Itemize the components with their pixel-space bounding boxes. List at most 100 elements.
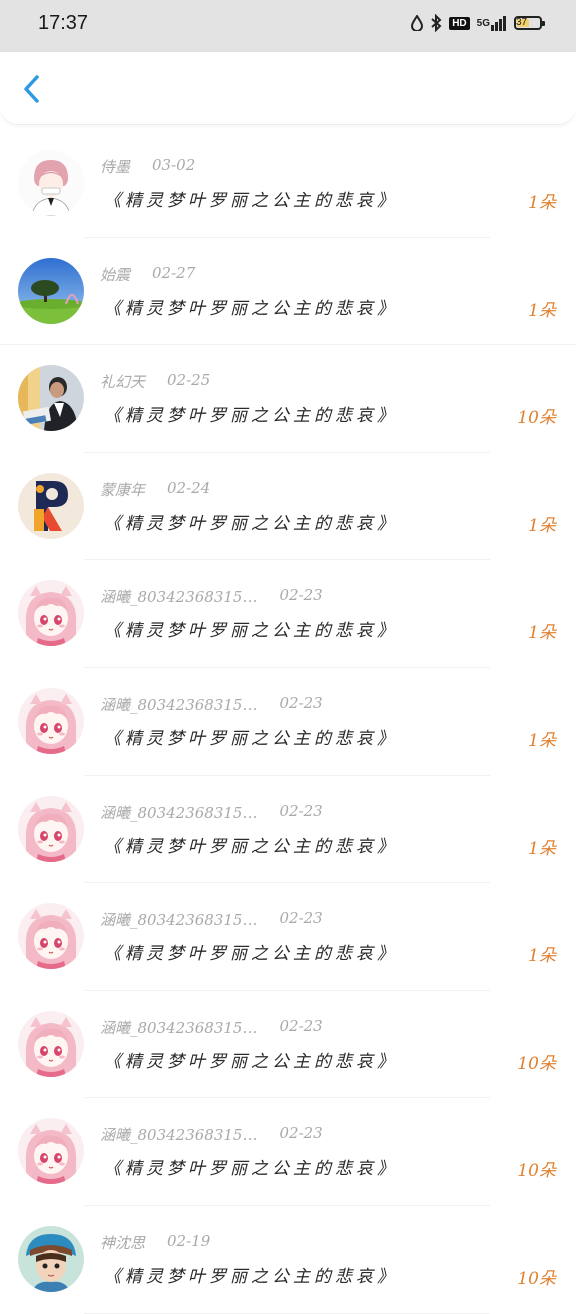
work-title: 《精灵梦叶罗丽之公主的悲哀》 xyxy=(104,1266,398,1287)
date: 02-23 xyxy=(279,1016,323,1035)
username[interactable]: 涵曦_80342368315… xyxy=(100,909,257,930)
username[interactable]: 涵曦_80342368315… xyxy=(100,1017,257,1038)
divider xyxy=(84,1312,490,1314)
date: 02-23 xyxy=(279,586,323,605)
office-avatar xyxy=(18,365,84,432)
work-title: 《精灵梦叶罗丽之公主的悲哀》 xyxy=(104,191,398,211)
avatar[interactable] xyxy=(18,580,84,647)
username[interactable]: 涵曦_80342368315… xyxy=(100,802,257,823)
flower-count: 1朵 xyxy=(528,300,556,321)
date: 02-23 xyxy=(279,909,323,928)
boy-avatar xyxy=(18,150,84,216)
bluetooth-icon xyxy=(430,14,442,32)
flower-count: 1朵 xyxy=(528,193,556,213)
work-title: 《精灵梦叶罗丽之公主的悲哀》 xyxy=(104,621,398,642)
anime-girl-avatar xyxy=(18,1010,84,1077)
battery-icon: 37 xyxy=(514,16,545,30)
signal-icon: 5G xyxy=(477,15,507,31)
work-title: 《精灵梦叶罗丽之公主的悲哀》 xyxy=(104,944,398,965)
flower-count: 10朵 xyxy=(517,1268,556,1289)
date: 03-02 xyxy=(152,156,196,174)
avatar[interactable] xyxy=(18,1225,84,1292)
username[interactable]: 涵曦_80342368315… xyxy=(100,586,257,607)
item-meta: 涵曦_80342368315… 02-23 xyxy=(100,909,323,930)
avatar[interactable] xyxy=(18,472,84,539)
item-meta: 涵曦_80342368315… 02-23 xyxy=(100,586,323,607)
flower-count: 1朵 xyxy=(528,946,556,967)
work-title: 《精灵梦叶罗丽之公主的悲哀》 xyxy=(104,836,398,857)
avatar[interactable] xyxy=(18,795,84,862)
item-meta: 涵曦_80342368315… 02-23 xyxy=(100,802,323,823)
hd-badge: HD xyxy=(449,16,470,30)
list-item[interactable]: 涵曦_80342368315… 02-23 《精灵梦叶罗丽之公主的悲哀》 1朵 xyxy=(0,560,576,668)
username[interactable]: 神沈思 xyxy=(100,1232,145,1253)
date: 02-25 xyxy=(167,371,211,390)
landscape-avatar xyxy=(18,257,84,324)
avatar[interactable] xyxy=(18,687,84,754)
status-icons: HD 5G 37 xyxy=(411,14,545,32)
item-meta: 涵曦_80342368315… 02-23 xyxy=(100,694,323,715)
work-title: 《精灵梦叶罗丽之公主的悲哀》 xyxy=(104,298,398,319)
item-meta: 神沈思 02-19 xyxy=(100,1232,210,1253)
avatar[interactable] xyxy=(18,150,84,216)
avatar[interactable] xyxy=(18,365,84,432)
item-meta: 涵曦_80342368315… 02-23 xyxy=(100,1124,323,1145)
header xyxy=(0,52,576,125)
back-button[interactable] xyxy=(18,74,46,104)
item-meta: 始震 02-27 xyxy=(100,264,195,285)
work-title: 《精灵梦叶罗丽之公主的悲哀》 xyxy=(104,406,398,427)
list-item[interactable]: 始震 02-27 《精灵梦叶罗丽之公主的悲哀》 1朵 xyxy=(0,238,576,346)
chevron-left-icon xyxy=(24,75,39,103)
date: 02-23 xyxy=(279,693,323,712)
avatar[interactable] xyxy=(18,1010,84,1077)
item-meta: 蒙康年 02-24 xyxy=(100,479,210,500)
list-item[interactable]: 涵曦_80342368315… 02-23 《精灵梦叶罗丽之公主的悲哀》 10朵 xyxy=(0,991,576,1099)
network-label: 5G xyxy=(476,17,490,29)
item-meta: 侍墨 03-02 xyxy=(100,156,195,177)
list-item[interactable]: 涵曦_80342368315… 02-23 《精灵梦叶罗丽之公主的悲哀》 10朵 xyxy=(0,1098,576,1206)
flower-count: 1朵 xyxy=(528,730,556,751)
status-time: 17:37 xyxy=(38,12,89,34)
flower-count: 1朵 xyxy=(528,838,556,859)
list-item[interactable]: 礼幻天 02-25 《精灵梦叶罗丽之公主的悲哀》 10朵 xyxy=(0,345,576,453)
list-item[interactable]: 涵曦_80342368315… 02-23 《精灵梦叶罗丽之公主的悲哀》 1朵 xyxy=(0,668,576,776)
work-title: 《精灵梦叶罗丽之公主的悲哀》 xyxy=(104,1159,398,1180)
username[interactable]: 侍墨 xyxy=(100,156,130,177)
date: 02-27 xyxy=(152,263,196,282)
list-item[interactable]: 涵曦_80342368315… 02-23 《精灵梦叶罗丽之公主的悲哀》 1朵 xyxy=(0,776,576,884)
date: 02-19 xyxy=(167,1231,211,1250)
flower-count: 10朵 xyxy=(517,1053,556,1074)
list-item[interactable]: 神沈思 02-19 《精灵梦叶罗丽之公主的悲哀》 10朵 xyxy=(0,1206,576,1314)
battery-level: 37 xyxy=(516,17,528,28)
anime-girl-avatar xyxy=(18,795,84,862)
flower-count: 1朵 xyxy=(528,623,556,644)
date: 02-23 xyxy=(279,1124,323,1143)
avatar[interactable] xyxy=(18,903,84,970)
item-meta: 涵曦_80342368315… 02-23 xyxy=(100,1017,323,1038)
water-drop-icon xyxy=(411,15,424,31)
username[interactable]: 涵曦_80342368315… xyxy=(100,694,257,715)
list-item[interactable]: 侍墨 03-02 《精灵梦叶罗丽之公主的悲哀》 1朵 xyxy=(0,130,576,238)
username[interactable]: 礼幻天 xyxy=(100,371,145,392)
flower-count: 1朵 xyxy=(528,515,556,536)
list-item[interactable]: 涵曦_80342368315… 02-23 《精灵梦叶罗丽之公主的悲哀》 1朵 xyxy=(0,883,576,991)
username[interactable]: 涵曦_80342368315… xyxy=(100,1124,257,1145)
child-avatar xyxy=(18,1225,84,1292)
list-item[interactable]: 蒙康年 02-24 《精灵梦叶罗丽之公主的悲哀》 1朵 xyxy=(0,453,576,561)
item-meta: 礼幻天 02-25 xyxy=(100,371,210,392)
flower-count: 10朵 xyxy=(517,1161,556,1182)
anime-girl-avatar xyxy=(18,903,84,970)
username[interactable]: 蒙康年 xyxy=(100,479,145,500)
gift-list: 侍墨 03-02 《精灵梦叶罗丽之公主的悲哀》 1朵 始震 02-27 《精灵梦叶罗丽之公主… xyxy=(0,130,576,1314)
avatar[interactable] xyxy=(18,1118,84,1185)
letter-r-avatar xyxy=(18,472,84,539)
date: 02-23 xyxy=(279,801,323,820)
status-bar: 17:37 HD 5G 37 xyxy=(0,0,576,52)
avatar[interactable] xyxy=(18,257,84,324)
username[interactable]: 始震 xyxy=(100,264,130,285)
anime-girl-avatar xyxy=(18,687,84,754)
work-title: 《精灵梦叶罗丽之公主的悲哀》 xyxy=(104,728,398,749)
anime-girl-avatar xyxy=(18,580,84,647)
flower-count: 10朵 xyxy=(517,408,556,429)
date: 02-24 xyxy=(167,478,211,497)
